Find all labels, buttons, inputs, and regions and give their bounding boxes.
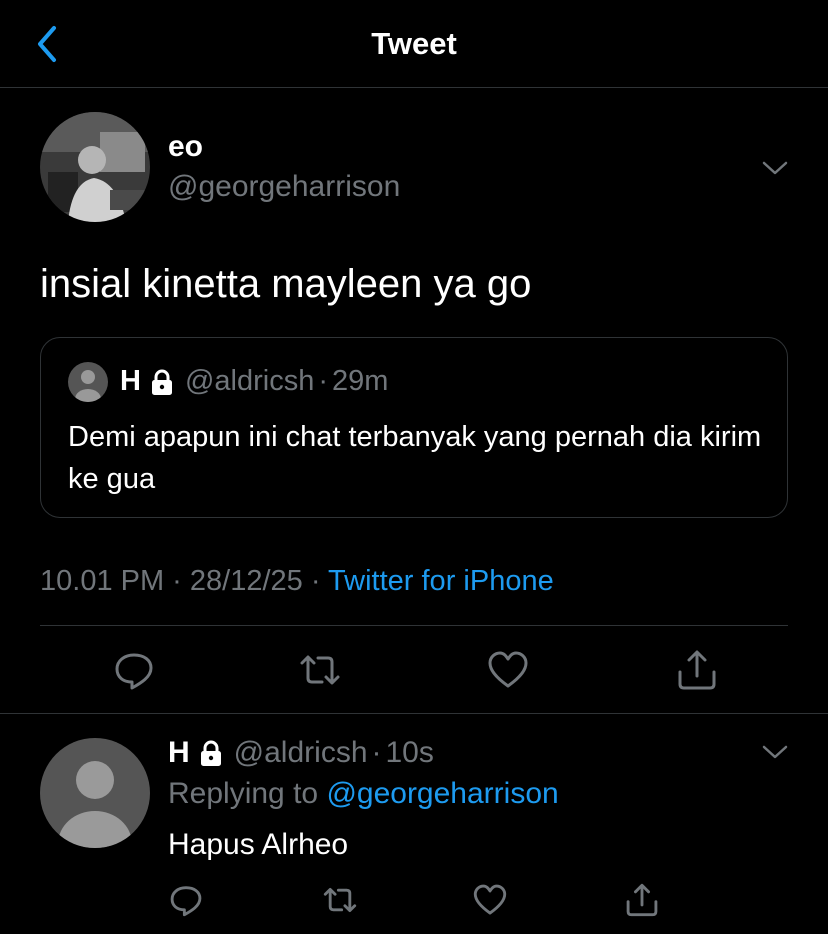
reply-text: Hapus Alrheo: [168, 828, 349, 861]
quoted-tweet[interactable]: H @aldricsh · 29m Demi apapun ini chat t…: [40, 337, 788, 518]
share-icon[interactable]: [675, 648, 719, 692]
nav-bar: Tweet: [0, 0, 828, 88]
replying-mention[interactable]: @georgeharrison: [326, 777, 558, 810]
divider: [40, 625, 788, 626]
replying-prefix: Replying to: [168, 777, 319, 810]
share-icon[interactable]: [624, 882, 660, 918]
lock-icon: [196, 738, 226, 768]
quote-avatar: [68, 362, 108, 402]
quote-header: H @aldricsh · 29m: [120, 365, 388, 398]
retweet-icon[interactable]: [298, 648, 342, 692]
reply-author-name[interactable]: H: [168, 736, 190, 770]
quote-author-handle: @aldricsh: [184, 365, 315, 397]
page-title: Tweet: [371, 26, 457, 61]
chevron-down-icon[interactable]: [760, 742, 790, 762]
lock-icon: [147, 367, 177, 397]
reply-avatar[interactable]: [40, 738, 150, 848]
reply-icon[interactable]: [112, 648, 156, 692]
retweet-icon[interactable]: [322, 882, 358, 918]
author-avatar[interactable]: [40, 112, 150, 222]
tweet-meta: 10.01 PM · 28/12/25 · Twitter for iPhone: [40, 565, 554, 598]
quote-separator: ·: [318, 365, 328, 397]
quote-author-name: H: [120, 365, 141, 397]
quote-text: Demi apapun ini chat terbanyak yang pern…: [68, 421, 762, 495]
chevron-down-icon[interactable]: [760, 158, 790, 178]
reply-icon[interactable]: [168, 882, 204, 918]
author-name[interactable]: eo: [168, 130, 203, 164]
author-handle[interactable]: @georgeharrison: [168, 170, 400, 204]
like-icon[interactable]: [472, 882, 508, 918]
divider: [0, 713, 828, 714]
quote-time: 29m: [332, 365, 389, 397]
tweet-source[interactable]: Twitter for iPhone: [328, 565, 554, 597]
replying-to: Replying to @georgeharrison: [168, 777, 559, 811]
reply-header: H @aldricsh · 10s: [168, 736, 434, 770]
reply-author-handle[interactable]: @aldricsh: [234, 736, 368, 770]
tweet-text: insial kinetta mayleen ya go: [40, 262, 532, 306]
tweet-timestamp: 10.01 PM · 28/12/25 ·: [40, 565, 321, 597]
reply-separator: ·: [371, 736, 382, 769]
like-icon[interactable]: [486, 648, 530, 692]
reply-time: 10s: [385, 736, 434, 769]
